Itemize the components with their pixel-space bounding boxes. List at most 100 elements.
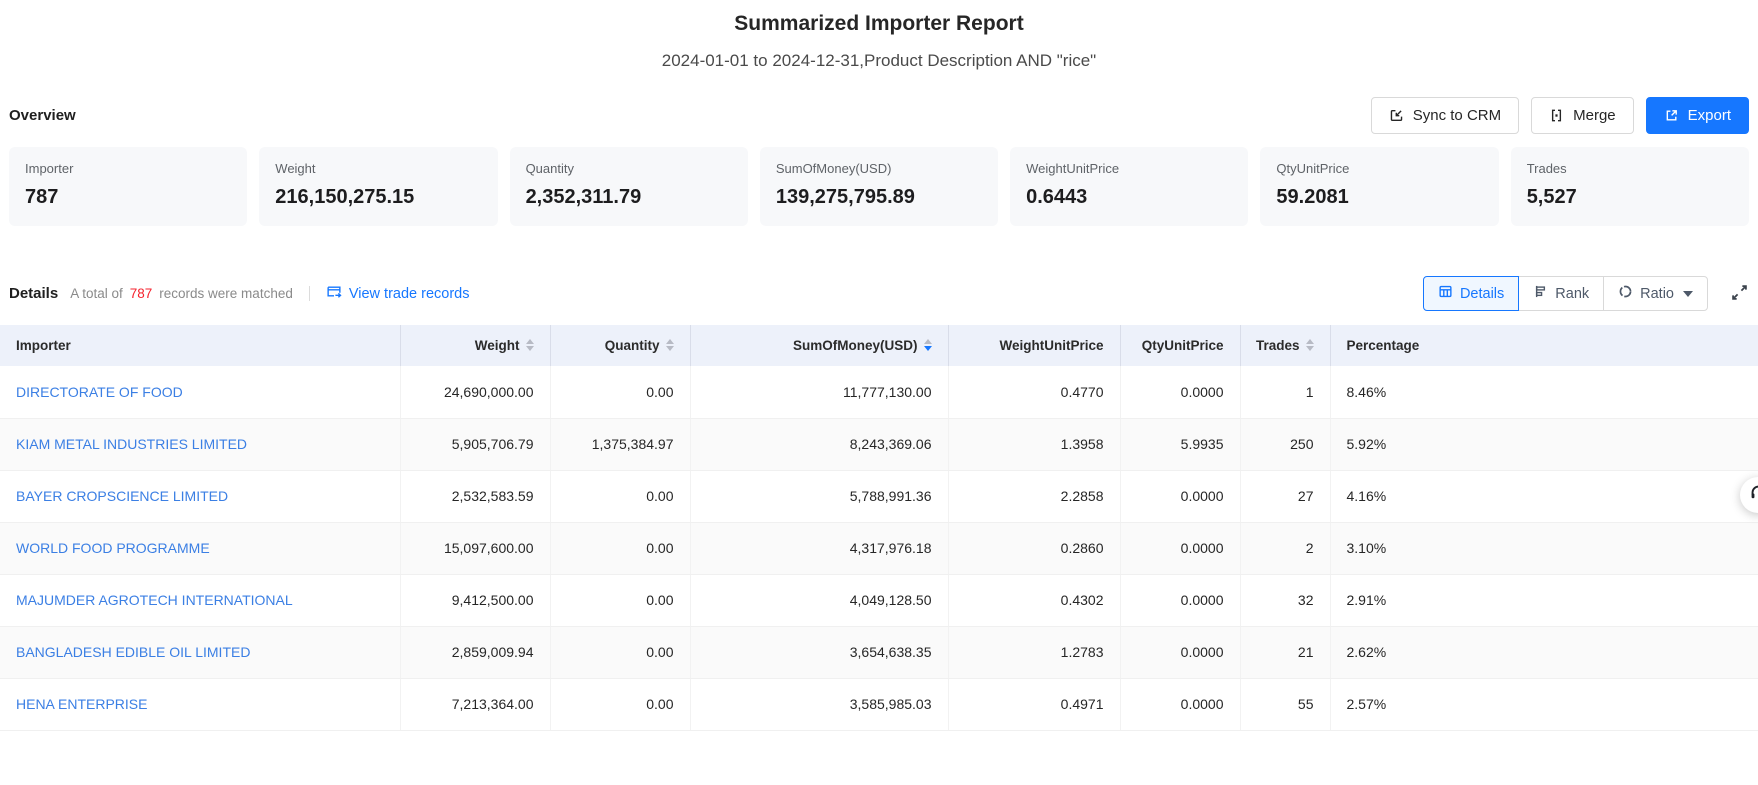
column-header-importer: Importer <box>0 325 400 366</box>
sort-desc-caret <box>924 346 932 351</box>
cell-weightunitprice: 1.3958 <box>948 418 1120 470</box>
matched-suffix: records were matched <box>159 286 293 301</box>
overview-card-weight: Weight216,150,275.15 <box>259 147 497 226</box>
cell-quantity: 1,375,384.97 <box>550 418 690 470</box>
importer-link[interactable]: HENA ENTERPRISE <box>16 696 147 712</box>
column-header-quantity[interactable]: Quantity <box>550 325 690 366</box>
cell-quantity: 0.00 <box>550 366 690 418</box>
cell-quantity: 0.00 <box>550 574 690 626</box>
cell-trades: 55 <box>1240 678 1330 730</box>
view-trade-records-link[interactable]: View trade records <box>326 284 470 303</box>
cell-weightunitprice: 0.4302 <box>948 574 1120 626</box>
importer-link[interactable]: WORLD FOOD PROGRAMME <box>16 540 210 556</box>
importer-link[interactable]: DIRECTORATE OF FOOD <box>16 384 183 400</box>
table-body: DIRECTORATE OF FOOD24,690,000.000.0011,7… <box>0 366 1758 730</box>
sort-icon[interactable] <box>666 339 674 351</box>
tab-ratio[interactable]: Ratio <box>1603 276 1708 311</box>
card-label: Importer <box>25 161 231 176</box>
cell-qtyunitprice: 0.0000 <box>1120 678 1240 730</box>
cell-quantity: 0.00 <box>550 678 690 730</box>
export-icon <box>1664 108 1679 123</box>
cell-percentage: 2.57% <box>1330 678 1758 730</box>
sort-asc-caret <box>666 339 674 344</box>
cell-weight: 2,859,009.94 <box>400 626 550 678</box>
ratio-donut-icon <box>1618 284 1633 303</box>
column-header-trades[interactable]: Trades <box>1240 325 1330 366</box>
cell-weightunitprice: 0.2860 <box>948 522 1120 574</box>
column-header-weight[interactable]: Weight <box>400 325 550 366</box>
page-title: Summarized Importer Report <box>0 12 1758 36</box>
overview-card-sumofmoney-usd: SumOfMoney(USD)139,275,795.89 <box>760 147 998 226</box>
cell-trades: 21 <box>1240 626 1330 678</box>
chevron-down-icon <box>1683 291 1693 297</box>
cell-sumofmoney-usd: 3,654,638.35 <box>690 626 948 678</box>
sort-icon[interactable] <box>526 339 534 351</box>
tab-rank-label: Rank <box>1555 286 1589 302</box>
cell-percentage: 5.92% <box>1330 418 1758 470</box>
card-label: Trades <box>1527 161 1733 176</box>
overview-actions: Sync to CRM Merge Export <box>1371 97 1749 134</box>
view-mode-segmented: Details Rank Ratio <box>1423 276 1708 311</box>
cell-sumofmoney-usd: 8,243,369.06 <box>690 418 948 470</box>
column-label: Quantity <box>605 338 660 353</box>
matched-summary: A total of 787 records were matched <box>70 286 293 301</box>
sync-icon <box>1389 108 1404 123</box>
overview-card-qtyunitprice: QtyUnitPrice59.2081 <box>1260 147 1498 226</box>
cell-weight: 2,532,583.59 <box>400 470 550 522</box>
export-label: Export <box>1688 107 1731 124</box>
column-label: Weight <box>475 338 520 353</box>
cell-weight: 15,097,600.00 <box>400 522 550 574</box>
column-header-sumofmoney-usd[interactable]: SumOfMoney(USD) <box>690 325 948 366</box>
card-value: 139,275,795.89 <box>776 186 982 209</box>
cell-quantity: 0.00 <box>550 470 690 522</box>
importer-link[interactable]: MAJUMDER AGROTECH INTERNATIONAL <box>16 592 293 608</box>
column-label: Percentage <box>1347 338 1420 353</box>
sync-to-crm-label: Sync to CRM <box>1413 107 1501 124</box>
fullscreen-button[interactable] <box>1730 283 1749 305</box>
cell-qtyunitprice: 0.0000 <box>1120 470 1240 522</box>
cell-sumofmoney-usd: 11,777,130.00 <box>690 366 948 418</box>
cell-sumofmoney-usd: 4,317,976.18 <box>690 522 948 574</box>
cell-percentage: 2.91% <box>1330 574 1758 626</box>
fullscreen-icon <box>1730 283 1749 305</box>
table-row: HENA ENTERPRISE 7,213,364.000.003,585,985… <box>0 678 1758 730</box>
importer-link[interactable]: BANGLADESH EDIBLE OIL LIMITED <box>16 644 250 660</box>
table-row: WORLD FOOD PROGRAMME15,097,600.000.004,3… <box>0 522 1758 574</box>
column-label: SumOfMoney(USD) <box>793 338 918 353</box>
cell-weightunitprice: 0.4770 <box>948 366 1120 418</box>
column-label: QtyUnitPrice <box>1142 338 1224 353</box>
importer-link[interactable]: KIAM METAL INDUSTRIES LIMITED <box>16 436 247 452</box>
sort-desc-caret <box>526 346 534 351</box>
cell-weight: 7,213,364.00 <box>400 678 550 730</box>
sort-desc-caret <box>666 346 674 351</box>
importer-link[interactable]: BAYER CROPSCIENCE LIMITED <box>16 488 228 504</box>
column-header-qtyunitprice: QtyUnitPrice <box>1120 325 1240 366</box>
sort-icon[interactable] <box>1306 339 1314 351</box>
card-label: QtyUnitPrice <box>1276 161 1482 176</box>
table-row: KIAM METAL INDUSTRIES LIMITED5,905,706.7… <box>0 418 1758 470</box>
cell-importer: MAJUMDER AGROTECH INTERNATIONAL <box>0 574 400 626</box>
report-subtitle: 2024-01-01 to 2024-12-31,Product Descrip… <box>0 51 1758 71</box>
report-header: Summarized Importer Report 2024-01-01 to… <box>0 0 1758 71</box>
cell-percentage: 2.62% <box>1330 626 1758 678</box>
tab-rank[interactable]: Rank <box>1518 276 1604 311</box>
merge-label: Merge <box>1573 107 1616 124</box>
sort-icon[interactable] <box>924 339 932 351</box>
card-value: 787 <box>25 186 231 209</box>
merge-button[interactable]: Merge <box>1531 97 1634 134</box>
sync-to-crm-button[interactable]: Sync to CRM <box>1371 97 1519 134</box>
cell-sumofmoney-usd: 3,585,985.03 <box>690 678 948 730</box>
cell-qtyunitprice: 0.0000 <box>1120 366 1240 418</box>
cell-trades: 2 <box>1240 522 1330 574</box>
export-button[interactable]: Export <box>1646 97 1749 134</box>
cell-weightunitprice: 2.2858 <box>948 470 1120 522</box>
overview-section-title: Overview <box>9 107 76 124</box>
card-value: 0.6443 <box>1026 186 1232 209</box>
view-trade-records-label: View trade records <box>349 286 470 302</box>
matched-prefix: A total of <box>70 286 123 301</box>
details-section-title: Details <box>9 285 58 302</box>
overview-card-importer: Importer 787 <box>9 147 247 226</box>
overview-card-trades: Trades5,527 <box>1511 147 1749 226</box>
tab-details[interactable]: Details <box>1423 276 1519 311</box>
cell-importer: BAYER CROPSCIENCE LIMITED <box>0 470 400 522</box>
